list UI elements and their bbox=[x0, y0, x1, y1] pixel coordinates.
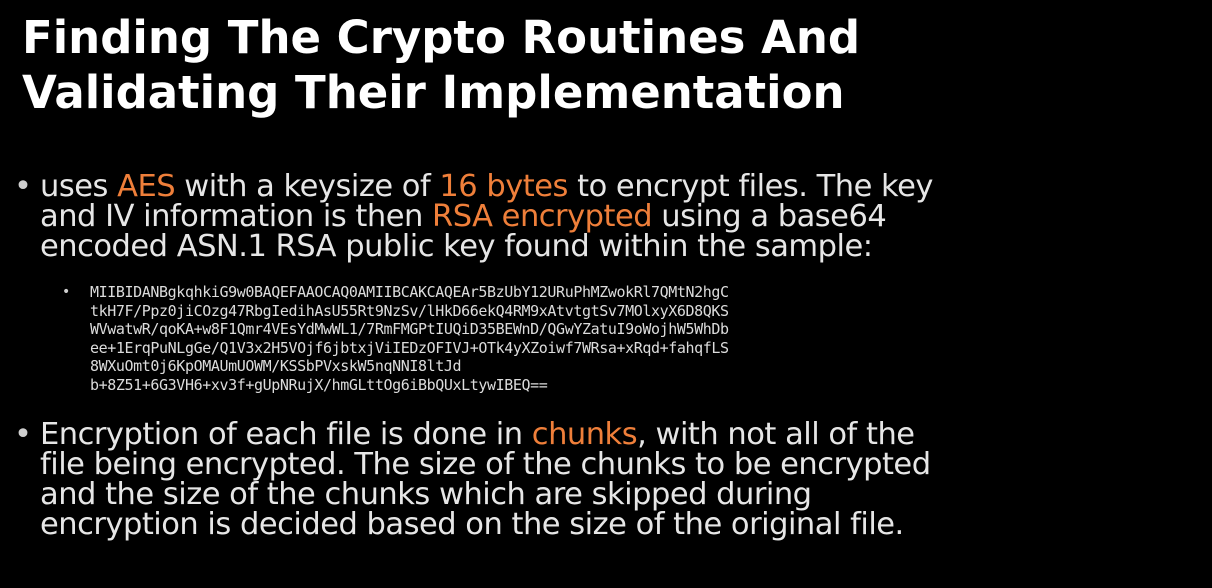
sub-bullet-dot: • bbox=[62, 284, 71, 300]
key-line-4: ee+1ErqPuNLgGe/Q1V3x2H5VOjf6jbtxjViIEDzO… bbox=[90, 338, 729, 357]
slide-title-line-2: Validating Their Implementation bbox=[22, 66, 845, 119]
key-line-6: b+8Z51+6G3VH6+xv3f+gUpNRujX/hmGLttOg6iBb… bbox=[90, 375, 548, 394]
bullet-chunks: • Encryption of each file is done in chu… bbox=[14, 419, 1200, 542]
bullet-dot: • bbox=[14, 169, 32, 204]
key-line-1: MIIBIDANBgkqhkiG9w0BAQEFAAOCAQ0AMIIBCAKC… bbox=[90, 283, 729, 301]
key-line-2: tkH7F/Ppz0jiCOzg47RbgIedihAsU55Rt9NzSv/l… bbox=[90, 301, 729, 320]
bullet-1-line-3: encoded ASN.1 RSA public key found withi… bbox=[40, 229, 873, 264]
bullet-2-line-4: encryption is decided based on the size … bbox=[40, 507, 904, 542]
bullet-1-line-1: uses AES with a keysize of 16 bytes to e… bbox=[40, 171, 1200, 202]
bullet-2-line-3: and the size of the chunks which are ski… bbox=[40, 477, 812, 512]
slide-title: Finding The Crypto Routines And Validati… bbox=[22, 10, 1202, 120]
bullet-2-line-1: Encryption of each file is done in chunk… bbox=[40, 419, 1200, 450]
slide: Finding The Crypto Routines And Validati… bbox=[0, 0, 1212, 588]
key-line-3: WVwatwR/qoKA+w8F1Qmr4VEsYdMwWL1/7RmFMGPt… bbox=[90, 320, 729, 338]
bullet-2-line-2: file being encrypted. The size of the ch… bbox=[40, 447, 931, 482]
bullet-aes-rsa: • uses AES with a keysize of 16 bytes to… bbox=[14, 171, 1200, 264]
slide-title-line-1: Finding The Crypto Routines And bbox=[22, 11, 861, 64]
bullet-1-line-2: and IV information is then RSA encrypted… bbox=[40, 201, 1200, 232]
rsa-public-key-block: • MIIBIDANBgkqhkiG9w0BAQEFAAOCAQ0AMIIBCA… bbox=[62, 283, 1200, 394]
key-line-5: 8WXuOmt0j6KpOMAUmUOWM/KSSbPVxskW5nqNNI8l… bbox=[90, 357, 462, 375]
bullet-dot: • bbox=[14, 417, 32, 452]
